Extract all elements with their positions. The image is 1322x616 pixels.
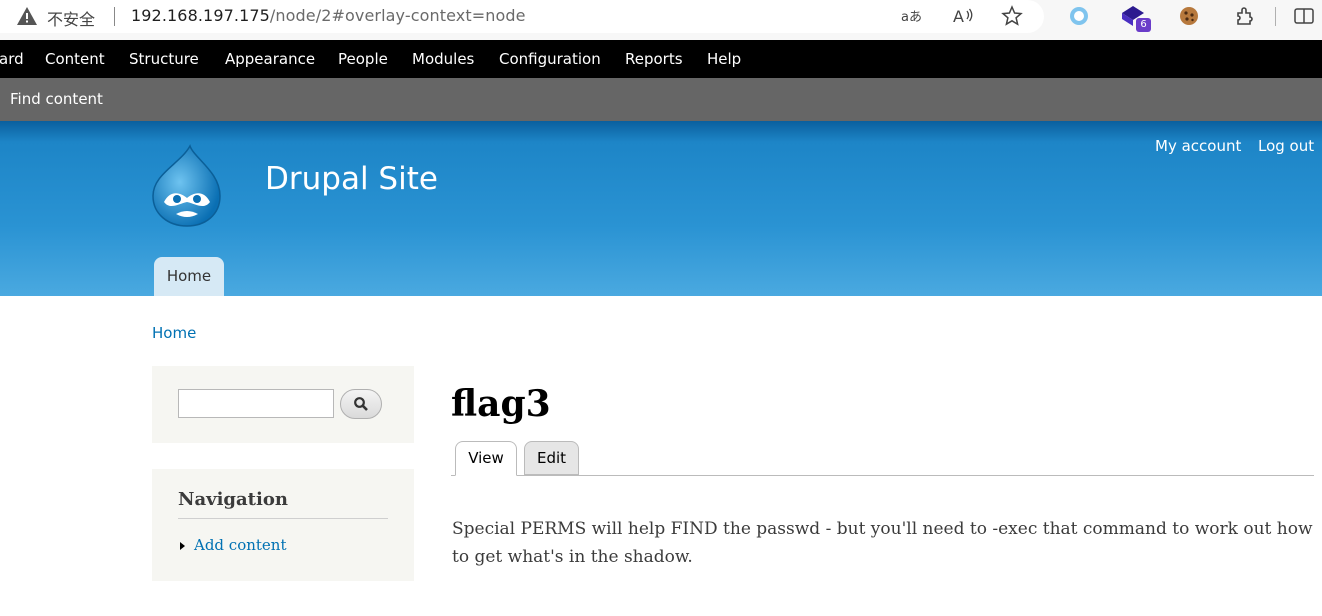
address-bar[interactable]: 不安全 192.168.197.175/node/2#overlay-conte… bbox=[0, 0, 1044, 33]
admin-menu-help[interactable]: Help bbox=[707, 50, 741, 68]
search-icon bbox=[354, 397, 368, 411]
site-header: Drupal Site My account Log out Home bbox=[0, 121, 1322, 296]
svg-text:A: A bbox=[953, 7, 964, 26]
tab-view[interactable]: View bbox=[455, 441, 517, 476]
navigation-title: Navigation bbox=[178, 489, 288, 510]
node-body: Special PERMS will help FIND the passwd … bbox=[452, 519, 1313, 567]
extension-badge: 6 bbox=[1136, 18, 1151, 32]
browser-toolbar: 不安全 192.168.197.175/node/2#overlay-conte… bbox=[0, 0, 1322, 40]
main-menu-home[interactable]: Home bbox=[154, 257, 224, 296]
warning-icon[interactable] bbox=[16, 6, 38, 26]
favorite-star-icon[interactable] bbox=[999, 4, 1025, 28]
url-host: 192.168.197.175 bbox=[131, 6, 270, 25]
tab-edit[interactable]: Edit bbox=[524, 441, 579, 475]
admin-menu-structure[interactable]: Structure bbox=[129, 50, 199, 68]
admin-menu-modules[interactable]: Modules bbox=[412, 50, 474, 68]
navigation-block: Navigation Add content bbox=[152, 469, 414, 581]
url-path: /node/2#overlay-context=node bbox=[269, 6, 526, 25]
split-screen-icon[interactable] bbox=[1291, 4, 1317, 28]
site-name[interactable]: Drupal Site bbox=[265, 161, 438, 197]
security-status[interactable]: 不安全 bbox=[47, 6, 95, 30]
shortcut-bar: Find content bbox=[0, 78, 1322, 121]
shortcut-find-content[interactable]: Find content bbox=[10, 90, 103, 108]
add-content-link[interactable]: Add content bbox=[194, 536, 287, 554]
admin-menu-content[interactable]: Content bbox=[45, 50, 105, 68]
admin-menu-people[interactable]: People bbox=[338, 50, 388, 68]
admin-menu-configuration[interactable]: Configuration bbox=[499, 50, 601, 68]
search-input[interactable] bbox=[178, 389, 334, 418]
admin-toolbar: ard Content Structure Appearance People … bbox=[0, 40, 1322, 78]
tabs-baseline bbox=[451, 475, 1314, 476]
log-out-link[interactable]: Log out bbox=[1258, 137, 1314, 155]
admin-menu-appearance[interactable]: Appearance bbox=[225, 50, 315, 68]
breadcrumb[interactable]: Home bbox=[152, 324, 196, 342]
search-button[interactable] bbox=[340, 389, 382, 419]
navigation-divider bbox=[178, 518, 388, 519]
translate-icon[interactable]: aあ bbox=[899, 4, 925, 28]
search-block bbox=[152, 366, 414, 443]
cookie-icon[interactable] bbox=[1176, 4, 1202, 28]
collapsed-arrow-icon bbox=[180, 542, 185, 550]
url-divider bbox=[114, 7, 115, 26]
extensions-puzzle-icon[interactable] bbox=[1232, 4, 1258, 28]
url-text[interactable]: 192.168.197.175/node/2#overlay-context=n… bbox=[131, 6, 526, 25]
svg-text:aあ: aあ bbox=[901, 10, 922, 25]
drupal-logo[interactable] bbox=[150, 144, 224, 228]
admin-menu-dashboard[interactable]: ard bbox=[0, 50, 24, 68]
my-account-link[interactable]: My account bbox=[1155, 137, 1241, 155]
toolbar-divider bbox=[1275, 7, 1276, 26]
page-title: flag3 bbox=[451, 383, 551, 425]
circle-extension-icon[interactable] bbox=[1066, 4, 1092, 28]
admin-menu-reports[interactable]: Reports bbox=[625, 50, 683, 68]
read-aloud-icon[interactable]: A bbox=[950, 4, 976, 28]
